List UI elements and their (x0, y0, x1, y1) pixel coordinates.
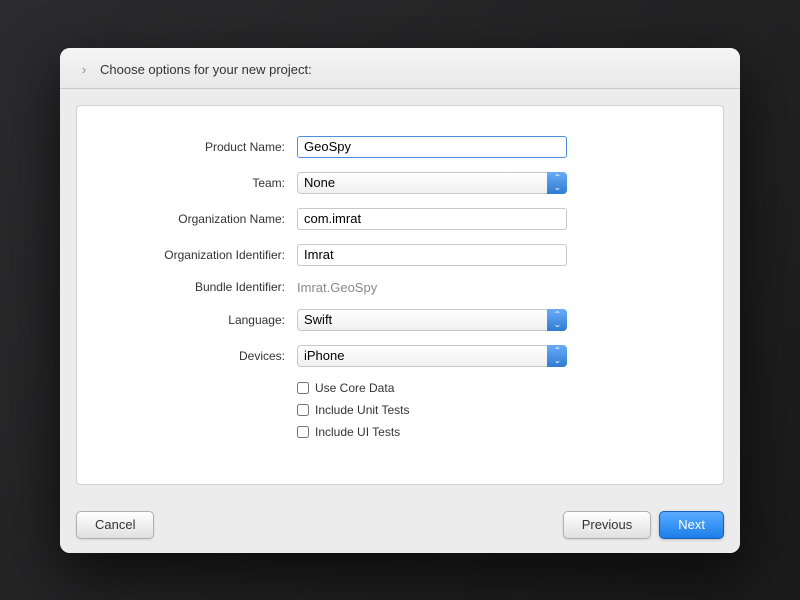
dialog-header: › Choose options for your new project: (60, 48, 740, 89)
bundle-id-label: Bundle Identifier: (97, 280, 297, 294)
devices-select-wrapper: iPhone iPad Universal (297, 345, 567, 367)
product-name-input[interactable] (297, 136, 567, 158)
include-ui-tests-row: Include UI Tests (297, 425, 703, 439)
team-label: Team: (97, 176, 297, 190)
org-name-input[interactable] (297, 208, 567, 230)
previous-button[interactable]: Previous (563, 511, 652, 539)
org-id-row: Organization Identifier: (97, 244, 703, 266)
dialog-footer: Cancel Previous Next (60, 501, 740, 553)
include-ui-tests-checkbox[interactable] (297, 426, 309, 438)
product-name-label: Product Name: (97, 140, 297, 154)
language-row: Language: Swift Objective-C (97, 309, 703, 331)
include-ui-tests-label: Include UI Tests (315, 425, 400, 439)
next-button[interactable]: Next (659, 511, 724, 539)
team-select-wrapper: None (297, 172, 567, 194)
org-id-input[interactable] (297, 244, 567, 266)
devices-label: Devices: (97, 349, 297, 363)
bundle-id-row: Bundle Identifier: Imrat.GeoSpy (97, 280, 703, 295)
use-core-data-row: Use Core Data (297, 381, 703, 395)
org-name-label: Organization Name: (97, 212, 297, 226)
org-name-row: Organization Name: (97, 208, 703, 230)
use-core-data-label: Use Core Data (315, 381, 394, 395)
bundle-id-value: Imrat.GeoSpy (297, 280, 377, 295)
include-unit-tests-checkbox[interactable] (297, 404, 309, 416)
checkboxes-area: Use Core Data Include Unit Tests Include… (297, 381, 703, 439)
cancel-button[interactable]: Cancel (76, 511, 154, 539)
language-select[interactable]: Swift Objective-C (297, 309, 567, 331)
use-core-data-checkbox[interactable] (297, 382, 309, 394)
dialog-body: Product Name: Team: None Organization Na… (76, 105, 724, 485)
checkboxes-container: Use Core Data Include Unit Tests Include… (297, 381, 703, 439)
footer-right: Previous Next (563, 511, 724, 539)
devices-select[interactable]: iPhone iPad Universal (297, 345, 567, 367)
include-unit-tests-label: Include Unit Tests (315, 403, 410, 417)
devices-row: Devices: iPhone iPad Universal (97, 345, 703, 367)
team-row: Team: None (97, 172, 703, 194)
product-name-row: Product Name: (97, 136, 703, 158)
back-chevron-icon[interactable]: › (76, 62, 92, 78)
language-select-wrapper: Swift Objective-C (297, 309, 567, 331)
language-label: Language: (97, 313, 297, 327)
dialog-title: Choose options for your new project: (100, 62, 312, 77)
org-id-label: Organization Identifier: (97, 248, 297, 262)
team-select[interactable]: None (297, 172, 567, 194)
new-project-dialog: › Choose options for your new project: P… (60, 48, 740, 553)
include-unit-tests-row: Include Unit Tests (297, 403, 703, 417)
